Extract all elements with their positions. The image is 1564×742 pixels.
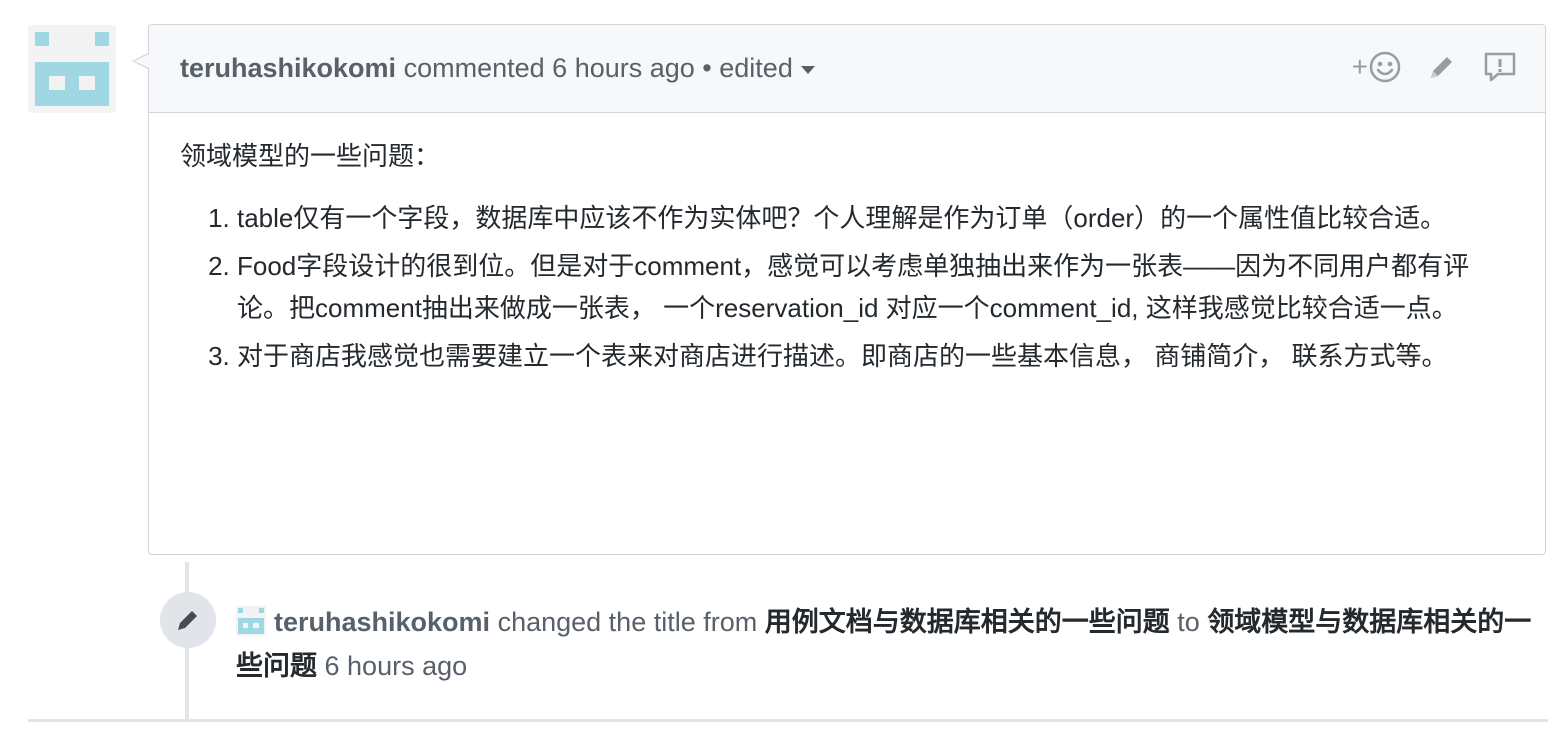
comment-meta: teruhashikokomi commented 6 hours ago • … [180, 53, 815, 84]
report-content-button[interactable] [1483, 51, 1517, 83]
meta-separator: • [702, 53, 712, 83]
comment-body: 领域模型的一些问题： table仅有一个字段，数据库中应该不作为实体吧？个人理解… [149, 113, 1545, 377]
list-item: 对于商店我感觉也需要建立一个表来对商店进行描述。即商店的一些基本信息， 商铺简介… [237, 335, 1514, 377]
author-avatar[interactable] [28, 25, 116, 113]
comment-actions: + [1352, 51, 1517, 83]
comment-header: teruhashikokomi commented 6 hours ago • … [149, 25, 1545, 113]
plus-label: + [1351, 51, 1368, 82]
smiley-icon [1369, 51, 1401, 83]
add-reaction-button[interactable]: + [1352, 51, 1401, 83]
list-item: table仅有一个字段，数据库中应该不作为实体吧？个人理解是作为订单（order… [237, 197, 1514, 239]
comment-intro: 领域模型的一些问题： [180, 141, 441, 171]
comment-box: teruhashikokomi commented 6 hours ago • … [132, 24, 1546, 555]
rename-event: teruhashikokomi changed the title from 用… [236, 600, 1548, 688]
caret-down-icon [800, 65, 815, 74]
comment-time[interactable]: 6 hours ago [552, 53, 695, 83]
event-time[interactable]: 6 hours ago [325, 651, 468, 681]
edited-dropdown[interactable]: edited [719, 53, 815, 83]
actor-avatar[interactable] [236, 606, 266, 636]
edited-label: edited [719, 53, 793, 83]
issue-list: table仅有一个字段，数据库中应该不作为实体吧？个人理解是作为订单（order… [180, 197, 1514, 377]
event-text: changed the title from [497, 607, 758, 637]
comment-action: commented [403, 53, 545, 83]
old-title: 用例文档与数据库相关的一些问题 [764, 607, 1170, 637]
timeline-divider [28, 719, 1548, 722]
event-actor[interactable]: teruhashikokomi [274, 607, 490, 637]
comment-author[interactable]: teruhashikokomi [180, 53, 396, 83]
edit-comment-button[interactable] [1427, 52, 1457, 82]
pencil-icon [178, 611, 197, 630]
report-icon [1484, 52, 1516, 82]
to-label: to [1177, 607, 1200, 637]
pencil-icon [1431, 57, 1452, 78]
list-item: Food字段设计的很到位。但是对于comment，感觉可以考虑单独抽出来作为一张… [237, 245, 1514, 329]
timeline-event-badge [160, 592, 216, 648]
